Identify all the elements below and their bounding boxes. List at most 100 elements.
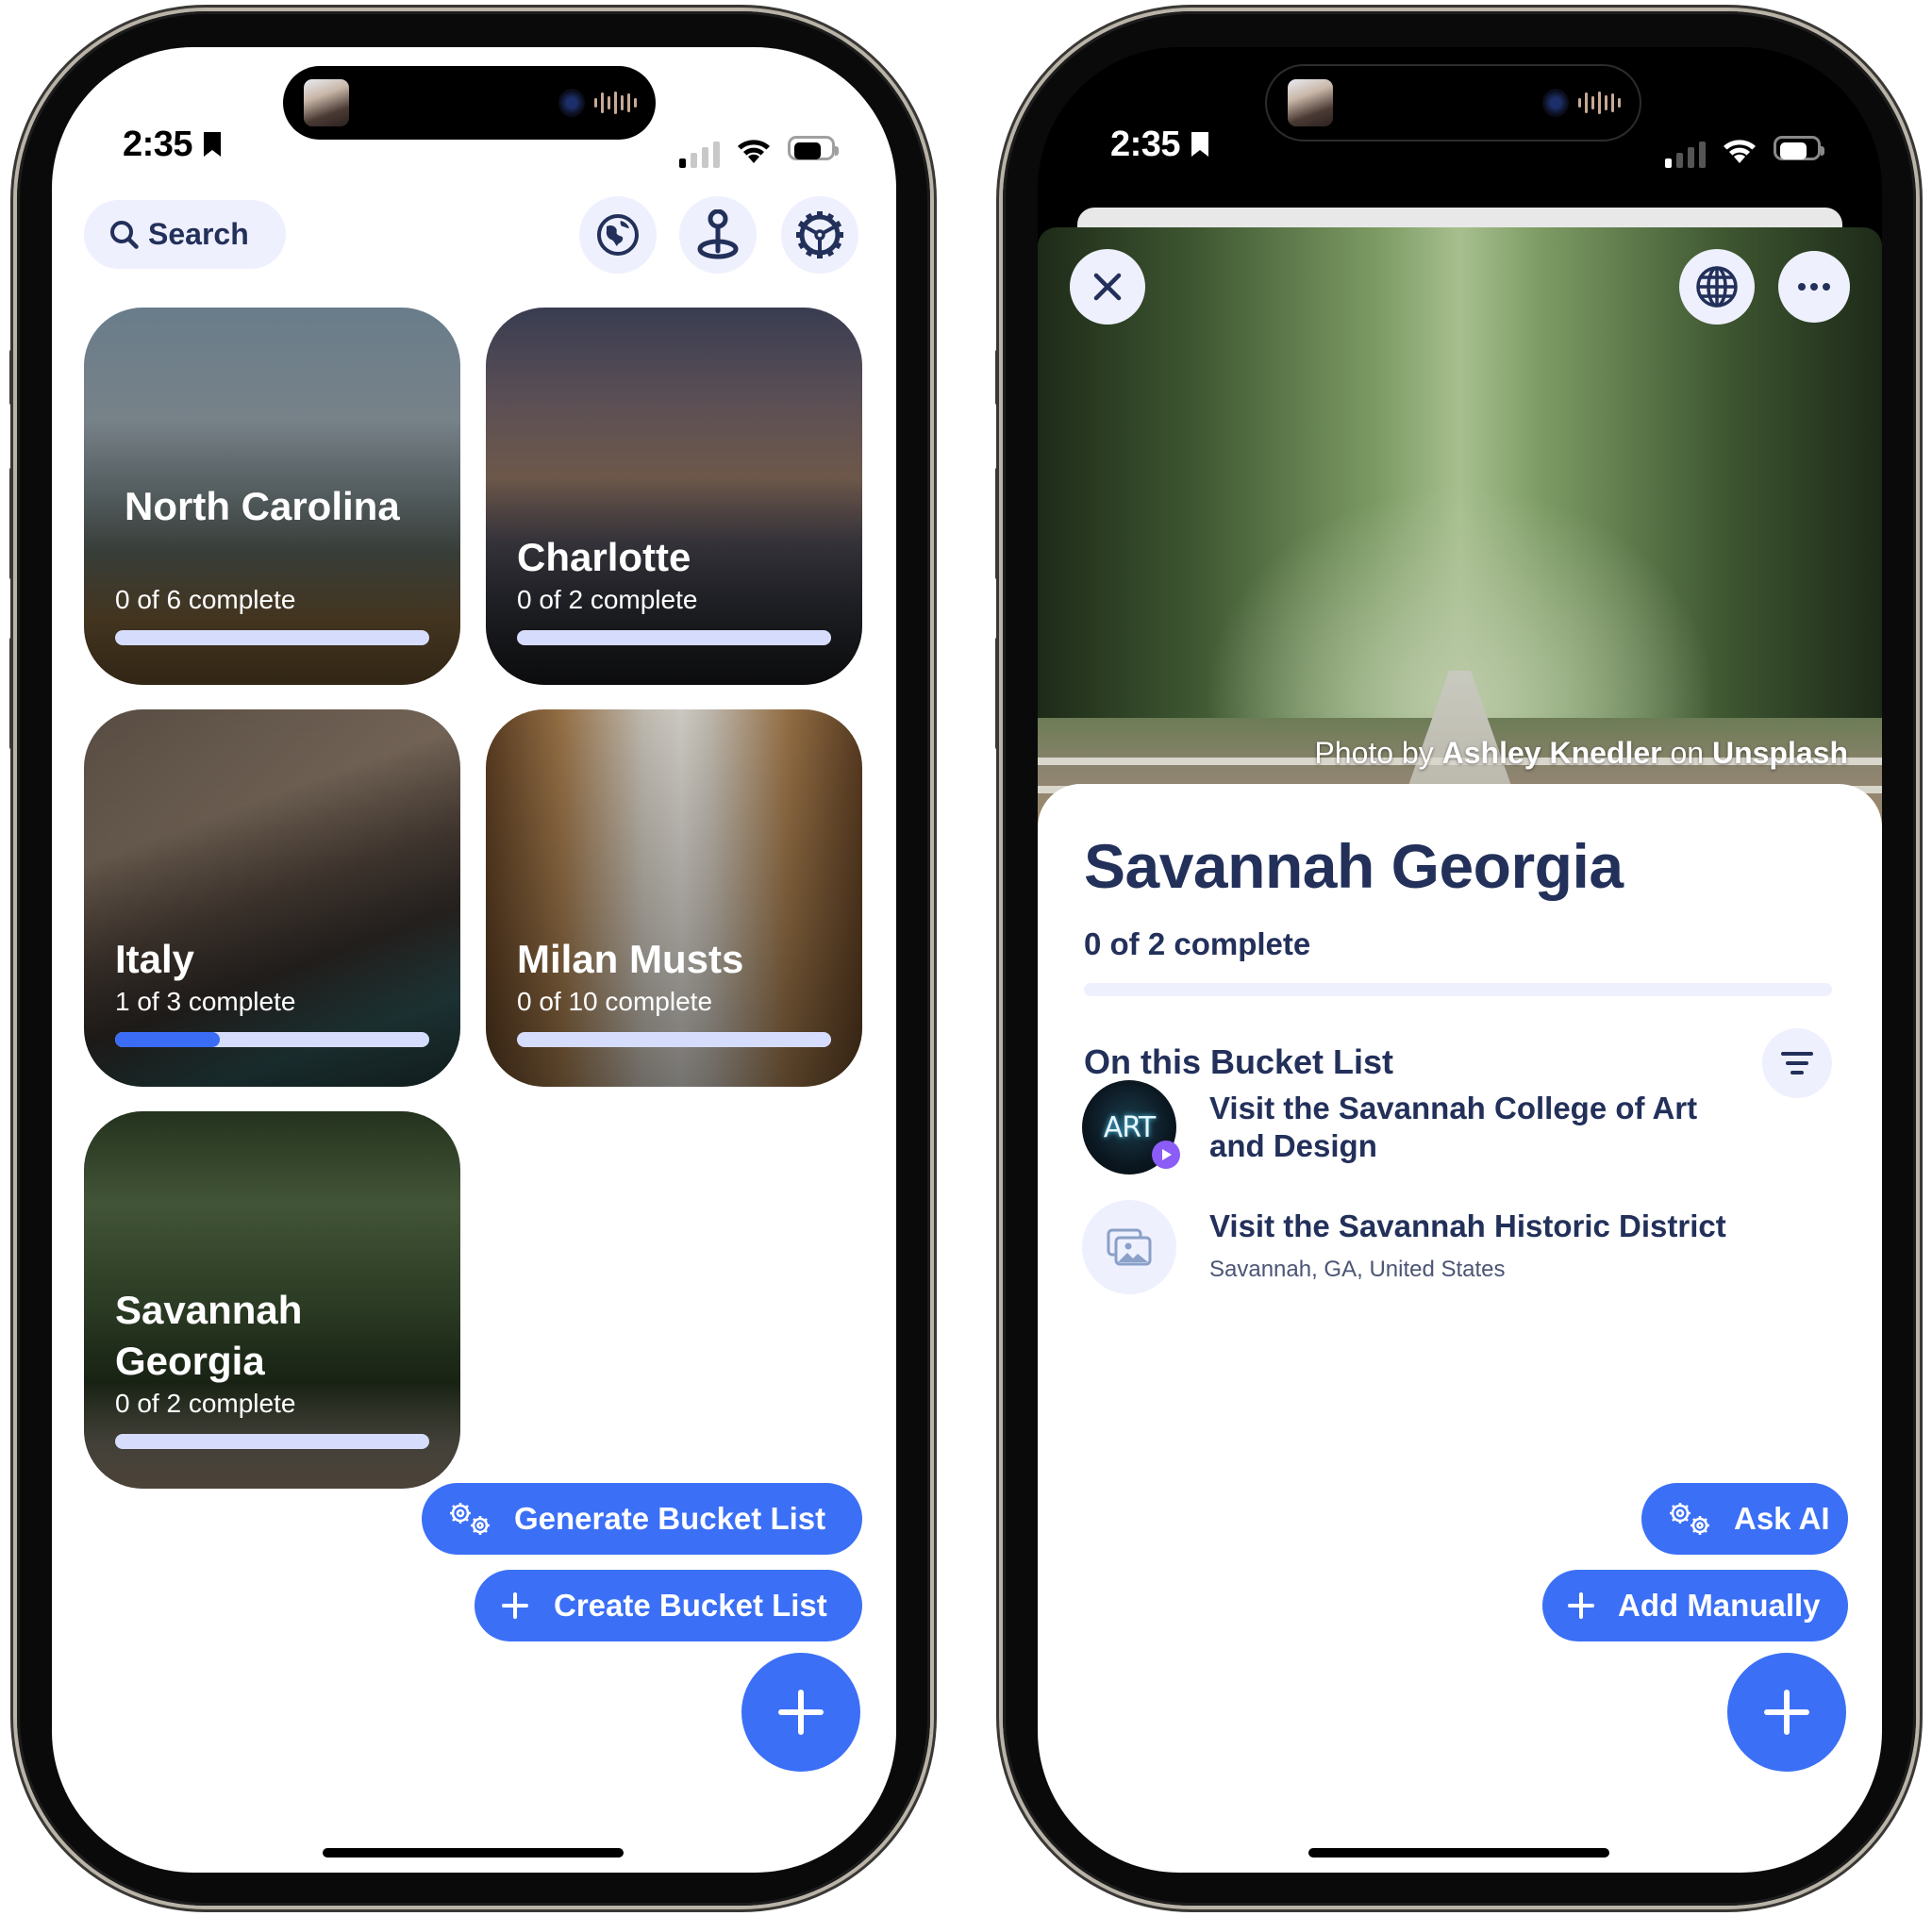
progress-text: 0 of 2 complete [1084, 926, 1311, 961]
website-button[interactable] [1679, 249, 1755, 325]
close-button[interactable] [1070, 249, 1145, 325]
power-button [1915, 561, 1923, 750]
volume-down-button [9, 637, 17, 750]
card-progress-bar [517, 630, 831, 645]
search-button[interactable]: Search [84, 200, 286, 269]
bookmark-icon [204, 132, 222, 157]
volume-up-button [995, 467, 1003, 580]
status-bar: 2:35 [1038, 47, 1882, 189]
list-item[interactable]: Visit the Savannah Historic District Sav… [1082, 1200, 1825, 1304]
bucket-list-card[interactable]: Italy 1 of 3 complete [84, 709, 460, 1087]
bucket-list-card[interactable]: Charlotte 0 of 2 complete [486, 308, 862, 685]
card-progress-bar [517, 1032, 831, 1047]
more-options-button[interactable] [1778, 251, 1850, 323]
card-progress-text: 0 of 2 complete [517, 585, 698, 614]
now-playing-artwork [1288, 79, 1333, 126]
detail-screen: 2:35 Photo by Ashley Knedler on Unsplash… [1038, 47, 1882, 1873]
card-title: Milan Musts [517, 937, 744, 981]
status-bar: 2:35 [52, 47, 896, 189]
ai-gears-icon [450, 1503, 490, 1535]
photo-source-link[interactable]: Unsplash [1712, 736, 1848, 770]
now-playing-artwork [304, 79, 349, 126]
plus-icon [1568, 1592, 1594, 1619]
ask-ai-label: Ask AI [1734, 1501, 1830, 1536]
card-title: Savannah Georgia [115, 1288, 303, 1383]
battery-icon [788, 136, 839, 160]
item-location: Savannah, GA, United States [1209, 1257, 1506, 1282]
create-bucket-list-button[interactable]: Create Bucket List [475, 1570, 862, 1641]
plus-icon [502, 1592, 528, 1619]
camera-icon [558, 89, 585, 117]
card-progress-bar [115, 630, 429, 645]
image-placeholder-icon [1107, 1228, 1152, 1266]
battery-icon [1774, 136, 1824, 160]
card-progress-bar [115, 1032, 429, 1047]
item-title: Visit the Savannah College of Art and De… [1209, 1091, 1698, 1163]
volume-up-button [9, 467, 17, 580]
dynamic-island[interactable] [283, 66, 656, 140]
ai-gears-icon [1670, 1503, 1709, 1535]
wifi-icon [1724, 140, 1756, 163]
bucket-list-card[interactable]: Milan Musts 0 of 10 complete [486, 709, 862, 1087]
camera-icon [1542, 89, 1569, 117]
search-icon [110, 220, 139, 249]
dynamic-island[interactable] [1267, 66, 1640, 140]
ask-ai-button[interactable]: Ask AI [1641, 1483, 1848, 1555]
card-progress-text: 0 of 2 complete [115, 1389, 296, 1418]
map-pin-button[interactable] [679, 196, 757, 274]
cellular-signal-icon [679, 142, 720, 168]
settings-gear-icon [796, 211, 843, 258]
map-pin-icon [697, 209, 739, 259]
globe-icon [597, 214, 639, 256]
action-button [995, 349, 1003, 406]
generate-bucket-list-button[interactable]: Generate Bucket List [422, 1483, 862, 1555]
card-title: Charlotte [517, 535, 691, 579]
audio-waveform-icon [1578, 91, 1624, 115]
settings-button[interactable] [781, 196, 858, 274]
add-manually-label: Add Manually [1618, 1588, 1821, 1623]
list-item[interactable]: ART Visit the Savannah College of Art an… [1082, 1080, 1825, 1184]
page-title: Savannah Georgia [1084, 831, 1624, 901]
status-time: 2:35 [123, 125, 223, 165]
bucket-list-card[interactable]: Savannah Georgia 0 of 2 complete [84, 1111, 460, 1489]
art-neon-sign-image: ART [1103, 1110, 1157, 1144]
section-heading: On this Bucket List [1084, 1042, 1394, 1081]
item-thumbnail: ART [1082, 1080, 1180, 1175]
card-progress-bar [115, 1434, 429, 1449]
globe-button[interactable] [579, 196, 657, 274]
item-thumbnail [1082, 1200, 1176, 1294]
audio-waveform-icon [594, 91, 640, 115]
power-button [929, 561, 937, 750]
photo-credit: Photo by Ashley Knedler on Unsplash [1314, 736, 1848, 770]
create-bucket-list-label: Create Bucket List [554, 1588, 827, 1623]
bucket-list-card[interactable]: North Carolina 0 of 6 complete [84, 308, 460, 685]
add-fab-button[interactable] [741, 1653, 860, 1772]
card-progress-text: 0 of 10 complete [517, 987, 713, 1016]
card-progress-text: 0 of 6 complete [115, 585, 296, 614]
action-button [9, 349, 17, 406]
globe-icon [1696, 266, 1738, 308]
close-icon [1093, 273, 1122, 301]
cellular-signal-icon [1665, 142, 1706, 168]
home-indicator[interactable] [1308, 1848, 1609, 1858]
home-screen: 2:35 Search North Carolina 0 of 6 comple… [52, 47, 896, 1873]
search-label: Search [148, 217, 249, 251]
card-title: Italy [115, 937, 195, 981]
play-icon [1162, 1149, 1172, 1160]
filter-icon [1781, 1052, 1813, 1075]
play-badge [1152, 1141, 1180, 1169]
plus-icon [1764, 1690, 1809, 1735]
add-manually-button[interactable]: Add Manually [1542, 1570, 1848, 1641]
card-title: North Carolina [125, 484, 400, 528]
status-time: 2:35 [1110, 125, 1210, 165]
add-fab-button[interactable] [1727, 1653, 1846, 1772]
card-progress-text: 1 of 3 complete [115, 987, 296, 1016]
item-title: Visit the Savannah Historic District [1209, 1208, 1726, 1243]
more-horizontal-icon [1798, 283, 1830, 291]
generate-bucket-list-label: Generate Bucket List [514, 1501, 826, 1536]
volume-down-button [995, 637, 1003, 750]
photo-author-link[interactable]: Ashley Knedler [1442, 736, 1662, 770]
home-indicator[interactable] [323, 1848, 624, 1858]
wifi-icon [738, 140, 770, 163]
progress-bar [1084, 983, 1832, 996]
